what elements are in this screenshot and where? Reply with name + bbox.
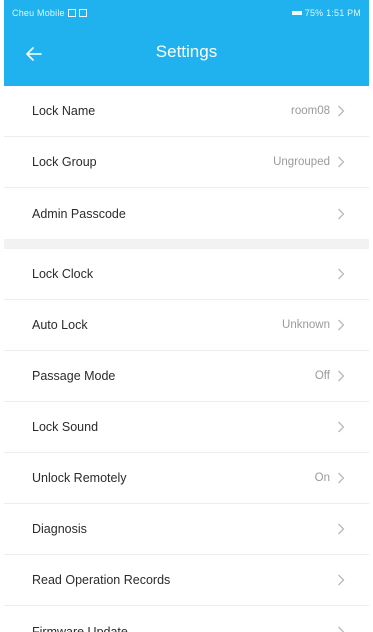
chevron-right-icon [338,626,345,632]
settings-row-lock-group[interactable]: Lock Group Ungrouped [4,137,369,188]
signal-icon [291,11,302,15]
settings-row-passage-mode[interactable]: Passage Mode Off [4,351,369,402]
battery-time-text: 75% 1:51 PM [304,8,361,18]
status-bar-left: Cheu Mobile [12,8,87,18]
chevron-right-icon [338,421,345,433]
chevron-right-icon [338,156,345,168]
settings-row-lock-name[interactable]: Lock Name room08 [4,86,369,137]
settings-row-auto-lock[interactable]: Auto Lock Unknown [4,300,369,351]
chevron-right-icon [338,208,345,219]
settings-row-label: Admin Passcode [32,206,126,221]
settings-group: Lock Clock Auto Lock Unknown Passage Mode Of… [4,249,369,632]
settings-row-label: Lock Name [32,104,96,118]
settings-row-label: Passage Mode [32,369,116,383]
status-bar-right: 75% 1:51 PM [291,8,361,18]
settings-row-unlock-remotely[interactable]: Unlock Remotely On [4,453,369,504]
settings-row-lock-sound[interactable]: Lock Sound [4,402,369,453]
page-title: Settings [155,42,218,61]
chevron-right-icon [338,472,345,484]
settings-row-label: Lock Sound [32,420,99,434]
settings-screen: Cheu Mobile 75% 1:51 PM Settings Lock Na… [4,0,369,632]
settings-row-lock-clock[interactable]: Lock Clock [4,249,369,300]
settings-row-value: Off [314,370,330,382]
settings-row-label: Firmware Update [32,624,128,632]
settings-row-label: Lock Clock [32,267,94,281]
settings-group: Lock Name room08 Lock Group Ungrouped Admin … [4,86,369,239]
carrier-text: Cheu Mobile [12,8,65,18]
chevron-right-icon [338,319,345,331]
settings-list: Lock Name room08 Lock Group Ungrouped Admin … [4,86,369,632]
settings-row-label: Diagnosis [32,522,87,536]
settings-row-label: Auto Lock [32,318,88,332]
settings-row-admin-passcode[interactable]: Admin Passcode [4,188,369,239]
settings-row-value: On [314,472,330,484]
app-header: Settings [4,26,369,86]
settings-row-diagnosis[interactable]: Diagnosis [4,504,369,555]
chevron-right-icon [338,523,345,535]
back-arrow-icon [26,47,42,61]
chevron-right-icon [338,370,345,382]
status-bar: Cheu Mobile 75% 1:51 PM [4,0,369,26]
settings-row-label: Lock Group [32,155,97,169]
settings-row-firmware-update[interactable]: Firmware Update [4,606,369,632]
back-button[interactable] [20,40,48,68]
chevron-right-icon [338,105,345,117]
settings-row-value: Unknown [282,319,330,331]
settings-row-value: room08 [291,105,330,117]
settings-row-label: Read Operation Records [32,573,171,587]
settings-row-label: Unlock Remotely [32,471,127,485]
chevron-right-icon [338,574,345,586]
notification-icon [67,9,76,17]
notification-icon [78,9,87,17]
settings-row-value: Ungrouped [273,156,330,168]
chevron-right-icon [338,268,345,280]
settings-row-read-operation-records[interactable]: Read Operation Records [4,555,369,606]
